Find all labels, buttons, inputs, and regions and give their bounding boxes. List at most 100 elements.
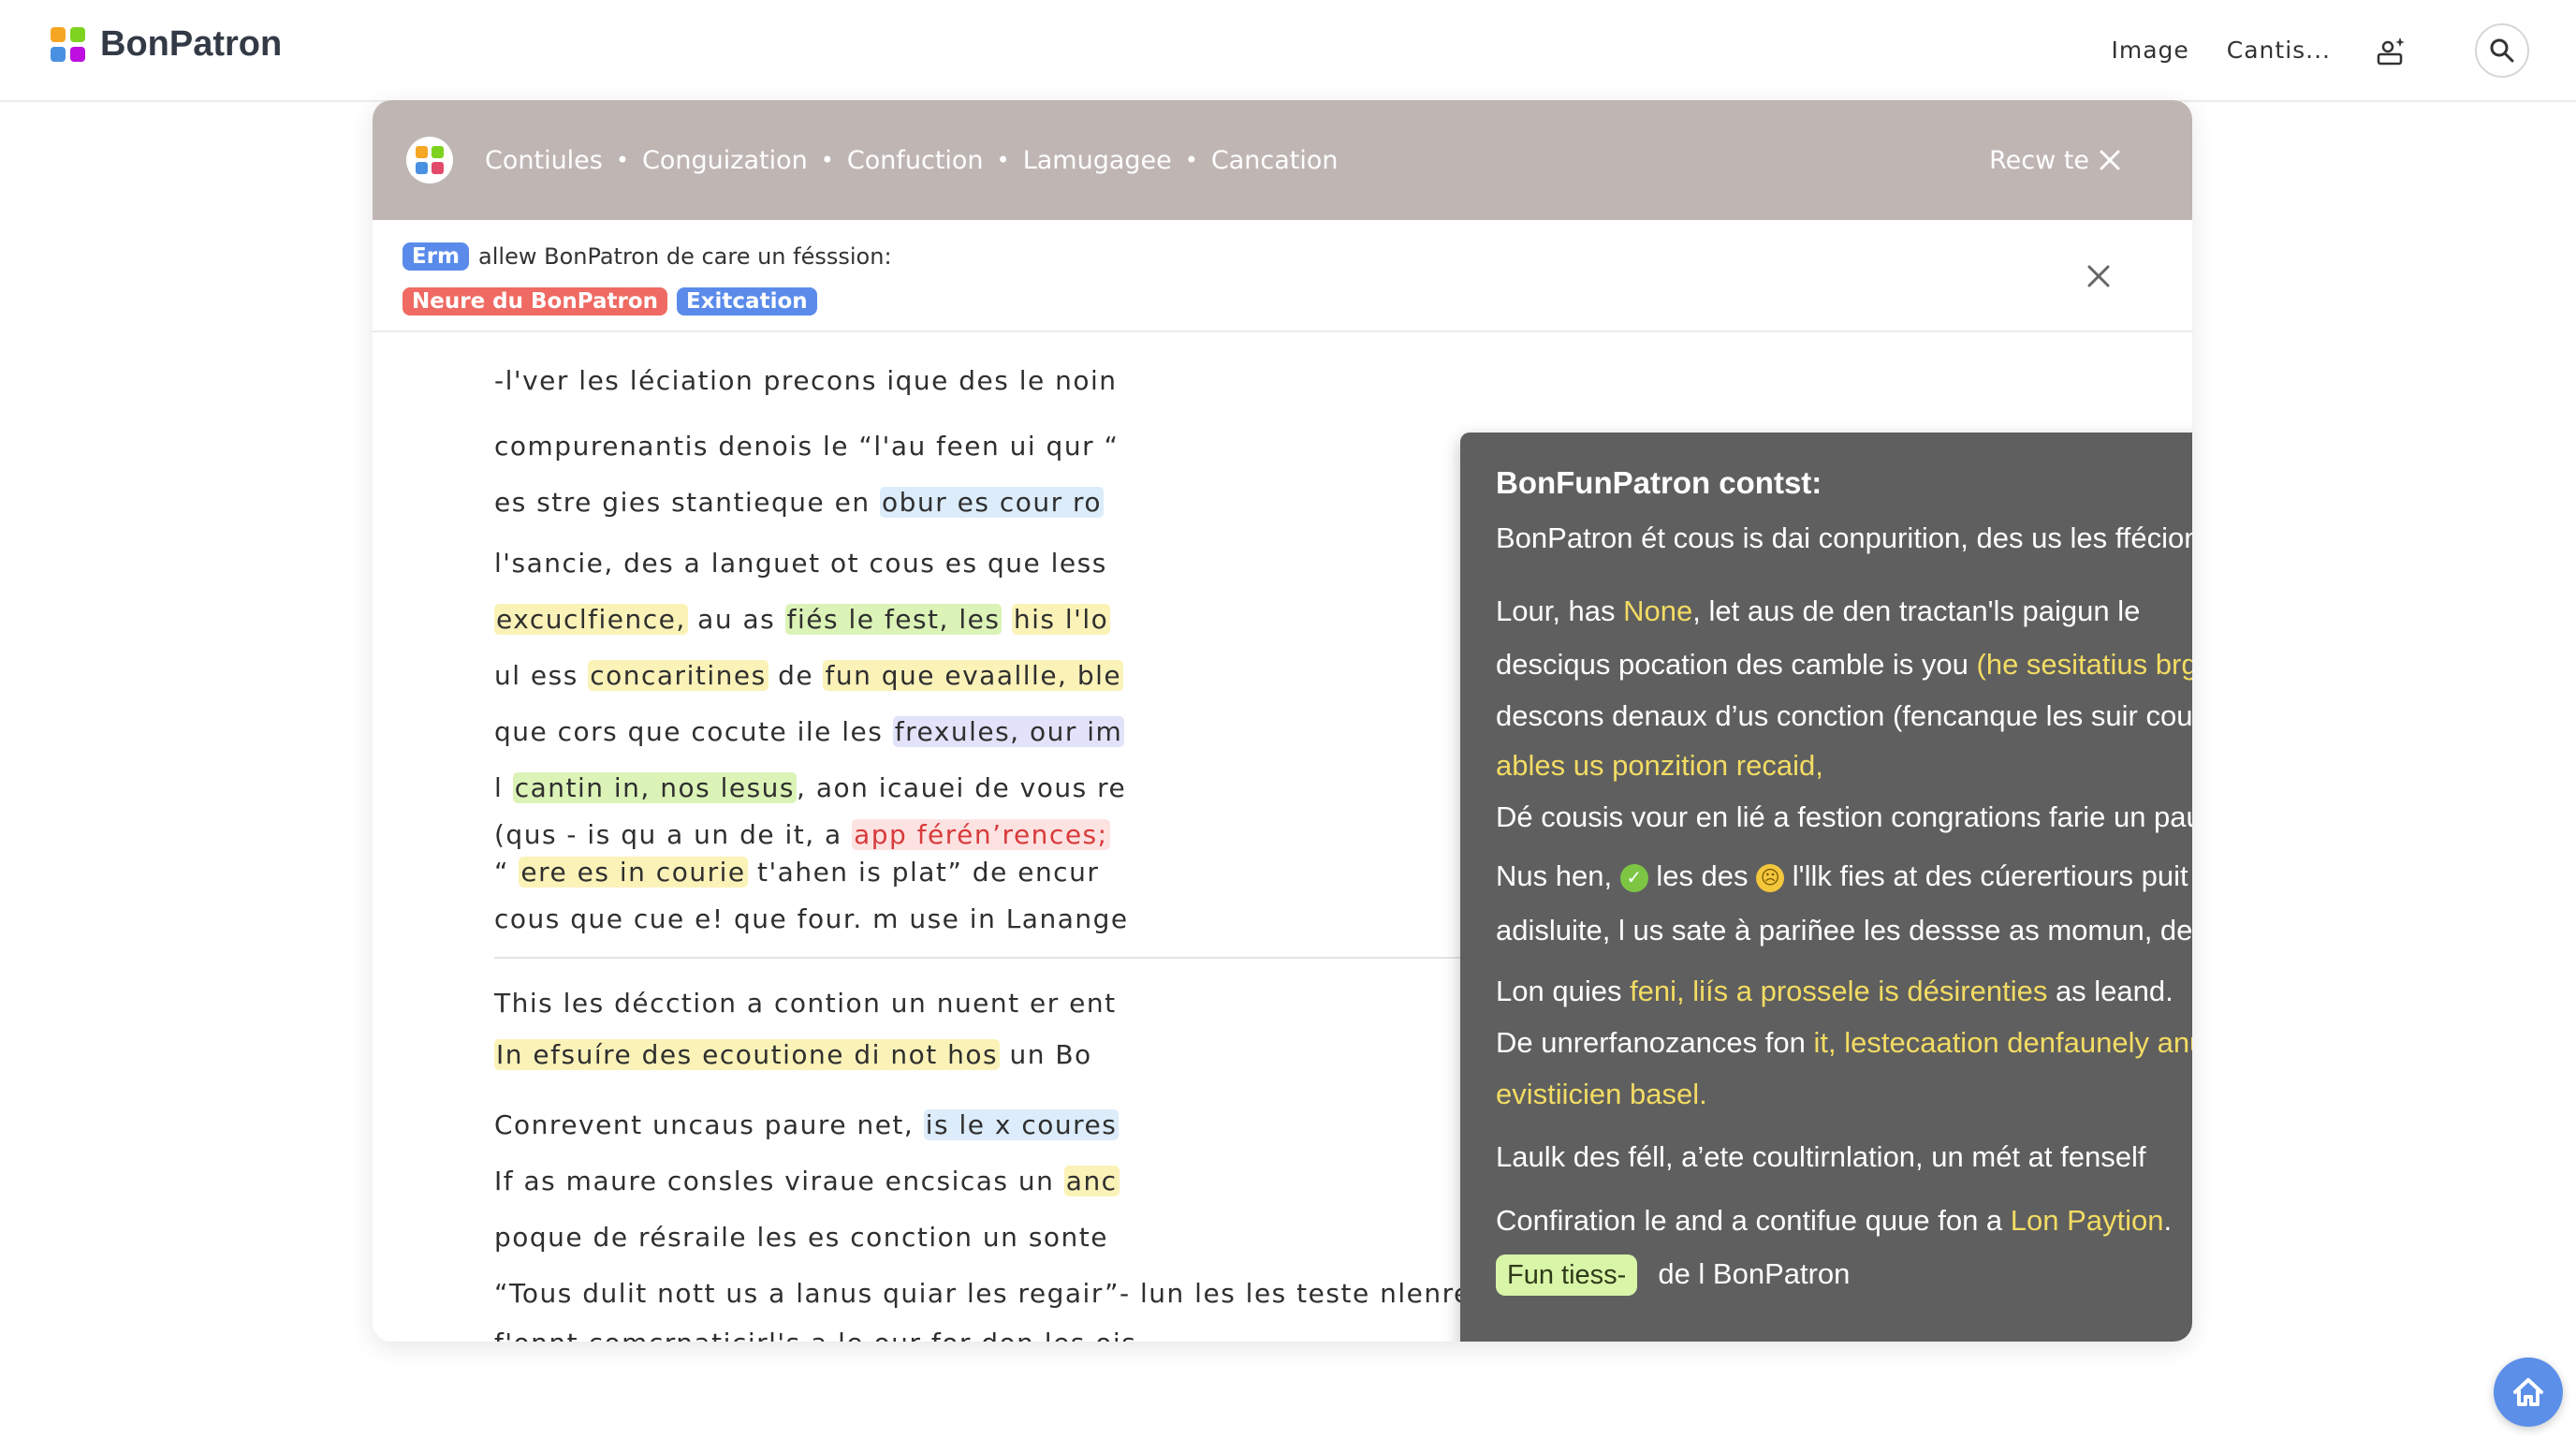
highlighted-suggestion[interactable]: In efsuíre des ecoutione di not hos <box>494 1039 1001 1070</box>
logo-text: BonPatron <box>100 24 283 64</box>
document-line: ul ess concaritines de fun que evaallle,… <box>494 657 1124 695</box>
highlighted-suggestion[interactable]: fiés le fest, les <box>784 604 1003 635</box>
document-line: es stre gies stantieque en obur es cour … <box>494 484 1105 521</box>
tooltip-line: Lour, has None, let aus de den tractan'l… <box>1496 591 2140 632</box>
notice-strip: Erm allew BonPatron de care un fésssion:… <box>373 220 2192 332</box>
highlighted-suggestion[interactable]: his l'lo <box>1011 604 1111 635</box>
nav-image-link[interactable]: Image <box>2111 37 2188 64</box>
notice-badge: Erm <box>402 242 470 271</box>
tooltip-text: Dé cousis vour en lié a festion congrati… <box>1496 800 2192 833</box>
tooltip-text: Laulk des féll, a’ete coultirnlation, un… <box>1496 1140 2146 1173</box>
modal-logo-icon <box>406 137 453 183</box>
tooltip-text: as leand. <box>2047 975 2174 1007</box>
search-button[interactable] <box>2475 22 2529 78</box>
tooltip-text: adisluite, l us sate à pariñee les desss… <box>1496 914 2192 946</box>
document-line: l'sancie, des a languet ot cous es que l… <box>494 545 1107 582</box>
document-line: Conrevent uncaus paure net, is le x cour… <box>494 1107 1120 1144</box>
fun-tiess-chip[interactable]: Fun tiess- <box>1496 1255 1638 1296</box>
tooltip-highlight: feni, liís a prossele is désirenties <box>1630 975 2048 1007</box>
document-line: que cors que cocute ile les frexules, ou… <box>494 713 1125 751</box>
document-text: cous que cue e! que four. m use in Lanan… <box>494 903 1129 934</box>
tooltip-text: l'llk fies at des cúerertiours puit cont… <box>1792 859 2192 892</box>
highlighted-suggestion[interactable]: obur es cour ro <box>880 487 1105 518</box>
tooltip-highlight: None <box>1623 594 1693 627</box>
highlighted-suggestion[interactable]: anc <box>1063 1166 1120 1196</box>
document-text: t'ahen is plat” de encur <box>747 857 1100 888</box>
close-icon <box>2087 265 2110 287</box>
tooltip-text: de l BonPatron <box>1658 1257 1851 1290</box>
document-text: un Bo <box>1000 1039 1092 1070</box>
document-line: f'onnt comcrnaticirl's a le our for don … <box>494 1322 1176 1342</box>
breadcrumb-item[interactable]: Confuction <box>847 146 984 175</box>
document-text: Conrevent uncaus paure net, <box>494 1109 924 1140</box>
tooltip-line: ables us ponzition recaid, <box>1496 745 1823 786</box>
dismiss-notice-button[interactable] <box>2080 257 2117 295</box>
highlighted-suggestion[interactable]: cantin in, nos lesus <box>512 772 798 803</box>
highlighted-suggestion[interactable]: fun que evaallle, ble <box>823 660 1124 691</box>
highlighted-suggestion[interactable]: frexules, our im <box>892 716 1125 747</box>
document-text: , aon icauei de vous re <box>797 772 1127 803</box>
breadcrumb-item[interactable]: Conguization <box>642 146 808 175</box>
document-line: compurenantis denois le “l'au feen ui qu… <box>494 428 1120 465</box>
tooltip-line: adisluite, l us sate à pariñee les desss… <box>1496 910 2192 951</box>
breadcrumb-item[interactable]: Lamugagee <box>1023 146 1172 175</box>
document-text <box>1002 604 1011 635</box>
tooltip-highlight: evistiicien basel. <box>1496 1078 1707 1110</box>
breadcrumb-item[interactable]: Cancation <box>1211 146 1339 175</box>
reset-button[interactable]: Recw te <box>1989 100 2089 220</box>
logo-mark-icon <box>51 27 85 62</box>
document-text: f'onnt comcrnaticirl's a le our for don … <box>494 1328 1176 1342</box>
app-logo[interactable]: BonPatron <box>51 24 282 65</box>
tooltip-line: descons denaux d’us conction (fencanque … <box>1496 696 2192 737</box>
nav-cantis-link[interactable]: Cantis... <box>2227 37 2331 64</box>
highlighted-suggestion[interactable]: is le x coures <box>923 1109 1120 1140</box>
highlighted-suggestion[interactable]: app férén’rences; <box>852 819 1110 850</box>
highlighted-suggestion[interactable]: ere es in courie <box>519 857 748 888</box>
tooltip-line: BonPatron ét cous is dai conpurition, de… <box>1496 518 2192 559</box>
tooltip-title: BonFunPatron contst: <box>1496 465 1822 500</box>
document-line: poque de résraile les es conction un son… <box>494 1219 1108 1256</box>
breadcrumb: Contiules • Conguization • Confuction • … <box>485 100 1339 220</box>
document-text: poque de résraile les es conction un son… <box>494 1222 1108 1253</box>
tag-neure-button[interactable]: Neure du BonPatron <box>402 287 667 315</box>
tooltip-text: Confiration le and a contifue quue fon a <box>1496 1204 2011 1237</box>
tooltip-highlight: it, lestecaation denfaunely anufaration … <box>1813 1026 2193 1059</box>
breadcrumb-separator-icon: • <box>820 147 834 173</box>
document-line: excuclfience, au as fiés le fest, les hi… <box>494 601 1111 638</box>
tooltip-text: Lon quies <box>1496 975 1631 1007</box>
document-text: au as <box>687 604 785 635</box>
tooltip-line: Nus hen, ✓ les des ☹ l'llk fies at des c… <box>1496 856 2192 897</box>
highlighted-suggestion[interactable]: concaritines <box>588 660 768 691</box>
modal-header: Contiules • Conguization • Confuction • … <box>373 100 2192 220</box>
notice-text: allew BonPatron de care un fésssion: <box>478 243 892 270</box>
breadcrumb-separator-icon: • <box>996 147 1010 173</box>
home-button[interactable] <box>2494 1357 2563 1427</box>
document-text: ul ess <box>494 660 589 691</box>
tooltip-text: Nus hen, <box>1496 859 1620 892</box>
document-line: “ ere es in courie t'ahen is plat” de en… <box>494 854 1099 891</box>
home-icon <box>2513 1378 2543 1406</box>
tooltip-text: Lour, has <box>1496 594 1624 627</box>
document-line: l cantin in, nos lesus, aon icauei de vo… <box>494 770 1126 807</box>
highlighted-suggestion[interactable]: excuclfience, <box>494 604 688 635</box>
tag-exitcation-button[interactable]: Exitcation <box>677 287 817 315</box>
check-icon: ✓ <box>1619 863 1648 892</box>
breadcrumb-item[interactable]: Contiules <box>485 146 603 175</box>
user-sparkle-icon[interactable] <box>2372 31 2411 70</box>
top-nav: Image Cantis... <box>2111 0 2576 100</box>
tooltip-line: desciqus pocation des camble is you (he … <box>1496 644 2192 685</box>
tooltip-text: . <box>2163 1204 2173 1237</box>
search-icon <box>2490 38 2514 62</box>
document-line: If as maure consles viraue encsicas un a… <box>494 1163 1120 1200</box>
document-text: “ <box>494 857 520 888</box>
bonpatron-modal: Contiules • Conguization • Confuction • … <box>373 100 2192 1342</box>
breadcrumb-separator-icon: • <box>1184 147 1198 173</box>
worried-face-icon: ☹ <box>1756 863 1785 892</box>
tooltip-line: Fun tiess-de l BonPatron <box>1496 1254 1851 1296</box>
document-line: cous que cue e! que four. m use in Lanan… <box>494 901 1129 938</box>
close-modal-button[interactable] <box>2089 139 2130 181</box>
tooltip-text: De unrerfanozances fon <box>1496 1026 1814 1059</box>
document-text: l'sancie, des a languet ot cous es que l… <box>494 548 1107 579</box>
document-text: This les décction a contion un nuent er … <box>494 988 1117 1019</box>
tooltip-highlight: ables us ponzition recaid, <box>1496 749 1823 782</box>
